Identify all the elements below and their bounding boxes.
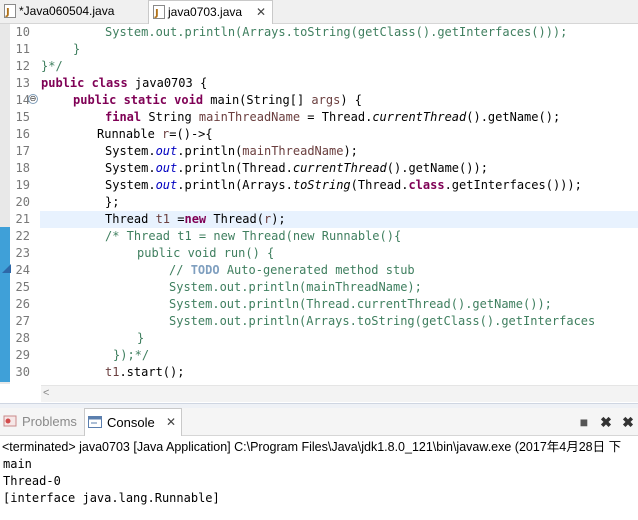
code-line-21: Thread t1 =new Thread(r); — [105, 212, 286, 226]
line-number: 12 — [15, 59, 30, 73]
line-number: 14 — [15, 93, 30, 107]
code-line-26: System.out.println(Thread.currentThread(… — [169, 297, 552, 311]
java-file-icon: J — [4, 4, 16, 18]
code-line-22: /* Thread t1 = new Thread(new Runnable()… — [105, 229, 402, 243]
tab-label: java0703.java — [168, 5, 243, 19]
tab-java0703[interactable]: J java0703.java ✕ — [148, 0, 273, 24]
console-output-line: main — [3, 457, 32, 471]
line-number: 18 — [15, 161, 30, 175]
remove-all-icon[interactable]: ✖ — [620, 414, 636, 430]
line-number: 23 — [15, 246, 30, 260]
console-icon — [88, 416, 102, 428]
line-number: 22 — [15, 229, 30, 243]
line-number: 19 — [15, 178, 30, 192]
line-number: 30 — [15, 365, 30, 379]
code-line-24: // TODO Auto-generated method stub — [169, 263, 415, 277]
line-number: 10 — [15, 25, 30, 39]
line-number: 28 — [15, 331, 30, 345]
horizontal-scrollbar[interactable]: < — [41, 385, 638, 402]
problems-icon — [3, 415, 17, 427]
code-line-13: public class java0703 { — [41, 76, 208, 90]
svg-text:J: J — [5, 7, 10, 18]
code-line-11: } — [73, 42, 81, 56]
remove-launch-icon[interactable]: ✖ — [598, 414, 614, 430]
line-number: 17 — [15, 144, 30, 158]
java-file-icon: J — [153, 5, 165, 19]
line-number: 26 — [15, 297, 30, 311]
tab-label: Problems — [22, 414, 77, 429]
code-line-25: System.out.println(mainThreadName); — [169, 280, 422, 294]
code-line-16: Runnable r=()->{ — [97, 127, 213, 141]
line-number: 13 — [15, 76, 30, 90]
code-line-19: System.out.println(Arrays.toString(Threa… — [105, 178, 582, 192]
line-number: 27 — [15, 314, 30, 328]
scroll-left-icon[interactable]: < — [43, 387, 49, 399]
line-number: 15 — [15, 110, 30, 124]
close-icon[interactable]: ✕ — [166, 409, 176, 436]
line-number: 29 — [15, 348, 30, 362]
code-line-18: System.out.println(Thread.currentThread(… — [105, 161, 488, 175]
terminate-icon[interactable]: ■ — [576, 414, 592, 430]
code-line-20: }; — [105, 195, 120, 209]
line-number: 24 — [15, 263, 30, 277]
line-number: 11 — [15, 42, 30, 56]
console-output-line: Thread-0 — [3, 474, 61, 488]
code-line-28: } — [137, 331, 145, 345]
code-line-27: System.out.println(Arrays.toString(getCl… — [169, 314, 596, 328]
code-line-10: System.out.println(Arrays.toString(getCl… — [105, 25, 568, 39]
code-line-30: t1.start(); — [105, 365, 185, 379]
svg-text:J: J — [154, 8, 159, 19]
console-output-line: [interface java.lang.Runnable] — [3, 491, 220, 505]
line-number: 25 — [15, 280, 30, 294]
code-line-17: System.out.println(mainThreadName); — [105, 144, 358, 158]
console-tab-bar: Problems Console ✕ — [0, 408, 638, 436]
line-number: 16 — [15, 127, 30, 141]
line-number: 20 — [15, 195, 30, 209]
fold-toggle-icon[interactable]: ⊖ — [28, 94, 38, 104]
tab-problems[interactable]: Problems — [0, 408, 82, 435]
tab-java060504[interactable]: J *Java060504.java — [0, 0, 140, 23]
code-line-15: final String mainThreadName = Thread.cur… — [105, 110, 561, 124]
code-line-23: public void run() { — [137, 246, 275, 260]
code-line-29: });*/ — [113, 348, 150, 362]
tab-console[interactable]: Console ✕ — [84, 408, 182, 436]
code-line-14: public static void main(String[] args) { — [73, 93, 363, 107]
console-terminated-label: <terminated> java0703 [Java Application]… — [2, 440, 622, 454]
editor-tab-bar: J *Java060504.java J java0703.java ✕ — [0, 0, 638, 24]
tab-label: Console — [107, 415, 155, 430]
close-icon[interactable]: ✕ — [256, 1, 266, 23]
line-number: 21 — [15, 212, 30, 226]
tab-label: *Java060504.java — [19, 4, 115, 18]
code-line-12: }*/ — [41, 59, 63, 73]
